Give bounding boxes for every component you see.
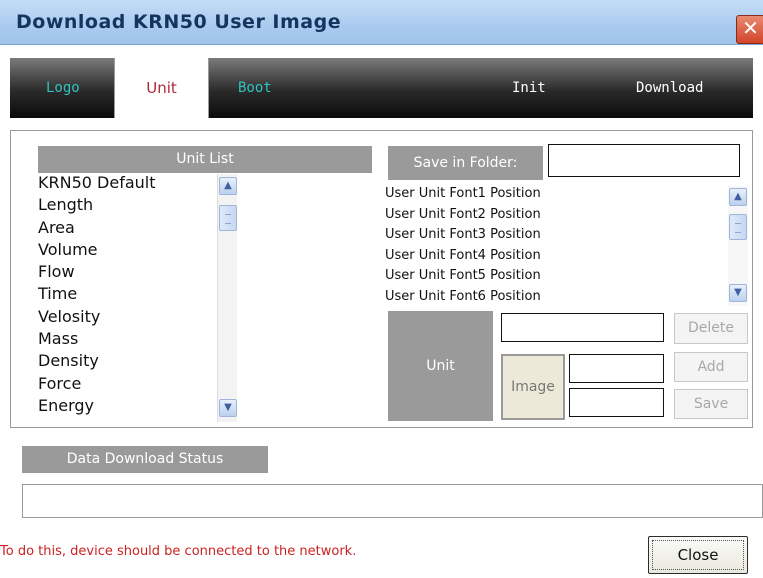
- position-list-scrollbar[interactable]: ▲ ▼: [728, 186, 748, 306]
- tab-bar: Logo Unit Boot Init Download: [10, 58, 753, 118]
- unit-list-header: Unit List: [38, 146, 372, 173]
- image-input-2[interactable]: [569, 388, 664, 417]
- scroll-thumb[interactable]: [219, 205, 237, 231]
- close-button[interactable]: Close: [648, 536, 748, 574]
- list-item[interactable]: Length: [38, 194, 243, 216]
- list-item[interactable]: User Unit Font6 Position: [385, 287, 750, 308]
- scroll-thumb[interactable]: [729, 214, 747, 240]
- list-item[interactable]: User Unit Font3 Position: [385, 225, 750, 246]
- list-item[interactable]: Energy: [38, 395, 243, 417]
- unit-label-block: Unit: [388, 311, 493, 421]
- unit-list[interactable]: KRN50 Default Length Area Volume Flow Ti…: [38, 172, 243, 422]
- unit-list-scrollbar[interactable]: ▲ ▼: [217, 174, 237, 422]
- list-item[interactable]: KRN50 Default: [38, 172, 243, 194]
- image-button[interactable]: Image: [501, 354, 565, 420]
- scroll-up-icon[interactable]: ▲: [219, 177, 237, 195]
- list-item[interactable]: Density: [38, 350, 243, 372]
- unit-name-input[interactable]: [501, 313, 664, 342]
- save-folder-input[interactable]: [548, 144, 740, 177]
- close-window-icon[interactable]: ✕: [736, 15, 763, 44]
- scroll-down-icon[interactable]: ▼: [729, 284, 747, 302]
- list-item[interactable]: Flow: [38, 261, 243, 283]
- title-separator: [8, 46, 763, 58]
- list-item[interactable]: User Unit Font4 Position: [385, 246, 750, 267]
- image-input-1[interactable]: [569, 354, 664, 383]
- tab-boot[interactable]: Boot: [238, 80, 272, 96]
- position-list[interactable]: User Unit Font1 Position User Unit Font2…: [385, 184, 750, 309]
- window-title: Download KRN50 User Image: [16, 11, 342, 33]
- scroll-up-icon[interactable]: ▲: [729, 188, 747, 206]
- download-status-field: [22, 484, 763, 518]
- tab-unit[interactable]: Unit: [114, 58, 209, 118]
- list-item[interactable]: Volume: [38, 239, 243, 261]
- list-item[interactable]: Force: [38, 373, 243, 395]
- list-item[interactable]: Area: [38, 217, 243, 239]
- list-item[interactable]: Velosity: [38, 306, 243, 328]
- download-status-header: Data Download Status: [22, 446, 268, 473]
- tab-logo[interactable]: Logo: [46, 80, 80, 96]
- scroll-down-icon[interactable]: ▼: [219, 399, 237, 417]
- list-item[interactable]: User Unit Font5 Position: [385, 266, 750, 287]
- tab-download[interactable]: Download: [636, 80, 703, 96]
- list-item[interactable]: User Unit Font2 Position: [385, 205, 750, 226]
- list-item[interactable]: User Unit Font1 Position: [385, 184, 750, 205]
- network-note: To do this, device should be connected t…: [0, 544, 357, 559]
- tab-init[interactable]: Init: [512, 80, 546, 96]
- list-item[interactable]: Time: [38, 283, 243, 305]
- tab-unit-label: Unit: [146, 79, 177, 97]
- list-item[interactable]: Mass: [38, 328, 243, 350]
- title-bar: Download KRN50 User Image ✕: [0, 0, 763, 45]
- save-button[interactable]: Save: [674, 389, 748, 419]
- save-folder-label: Save in Folder:: [388, 146, 543, 180]
- delete-button[interactable]: Delete: [674, 313, 748, 344]
- add-button[interactable]: Add: [674, 352, 748, 382]
